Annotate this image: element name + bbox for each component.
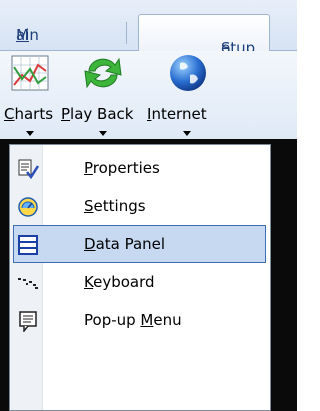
internet-button[interactable]: Internet <box>147 53 225 139</box>
keyboard-rest: eyboard <box>93 273 155 291</box>
play-back-label-rest: lay Back <box>70 105 134 123</box>
internet-label: Internet <box>147 105 207 123</box>
popup-menu-rest: enu <box>153 311 182 329</box>
popup-menu-mnemonic: M <box>140 311 154 329</box>
play-back-label: Play Back <box>61 105 133 123</box>
properties-icon <box>18 159 39 180</box>
internet-icon <box>170 55 206 91</box>
properties-rest: roperties <box>92 159 160 177</box>
data-panel-rest: ata Panel <box>95 235 166 253</box>
ribbon-group: Charts Play Back Internet <box>0 51 297 139</box>
menu-item-properties[interactable]: Properties <box>13 149 266 187</box>
popup-menu-prefix: Pop-up <box>84 311 141 329</box>
charts-label: Charts <box>4 105 53 123</box>
play-back-dropdown-arrow-icon <box>99 131 107 136</box>
keyboard-mnemonic: K <box>84 273 94 291</box>
play-back-icon <box>84 57 122 89</box>
menu-item-properties-label: Properties <box>84 159 160 177</box>
ribbon-tab-strip: Main Setup <box>0 0 297 57</box>
data-panel-icon <box>18 235 38 255</box>
menu-item-data-panel[interactable]: Data Panel <box>13 225 266 263</box>
menu-item-popup-menu[interactable]: Pop-up Menu <box>13 301 266 339</box>
menu-item-keyboard-label: Keyboard <box>84 273 155 291</box>
charts-icon <box>11 55 49 91</box>
play-back-button[interactable]: Play Back <box>61 53 145 139</box>
charts-label-rest: harts <box>14 105 54 123</box>
charts-dropdown-arrow-icon <box>26 131 34 136</box>
data-panel-mnemonic: D <box>84 235 96 253</box>
menu-item-data-panel-label: Data Panel <box>84 235 165 253</box>
menu-item-popup-menu-label: Pop-up Menu <box>84 311 182 329</box>
menu-item-settings[interactable]: Settings <box>13 187 266 225</box>
popup-menu-icon <box>19 311 37 332</box>
settings-icon <box>18 197 38 217</box>
keyboard-icon <box>18 278 38 289</box>
tab-main-rest: ain <box>16 26 39 44</box>
settings-mnemonic: S <box>84 197 94 215</box>
settings-rest: ettings <box>93 197 146 215</box>
tab-main[interactable]: Main <box>12 22 72 44</box>
charts-button[interactable]: Charts <box>4 53 56 139</box>
charts-mnemonic: C <box>4 105 15 123</box>
internet-label-rest: nternet <box>151 105 207 123</box>
properties-mnemonic: P <box>84 159 93 177</box>
menu-item-keyboard[interactable]: Keyboard <box>13 263 266 301</box>
tab-setup[interactable]: Setup <box>138 14 270 57</box>
context-menu: Properties Settings Data Panel Keyboard <box>9 144 271 411</box>
internet-dropdown-arrow-icon <box>183 131 191 136</box>
play-back-mnemonic: P <box>61 105 71 123</box>
tab-separator <box>126 22 127 44</box>
menu-item-settings-label: Settings <box>84 197 146 215</box>
